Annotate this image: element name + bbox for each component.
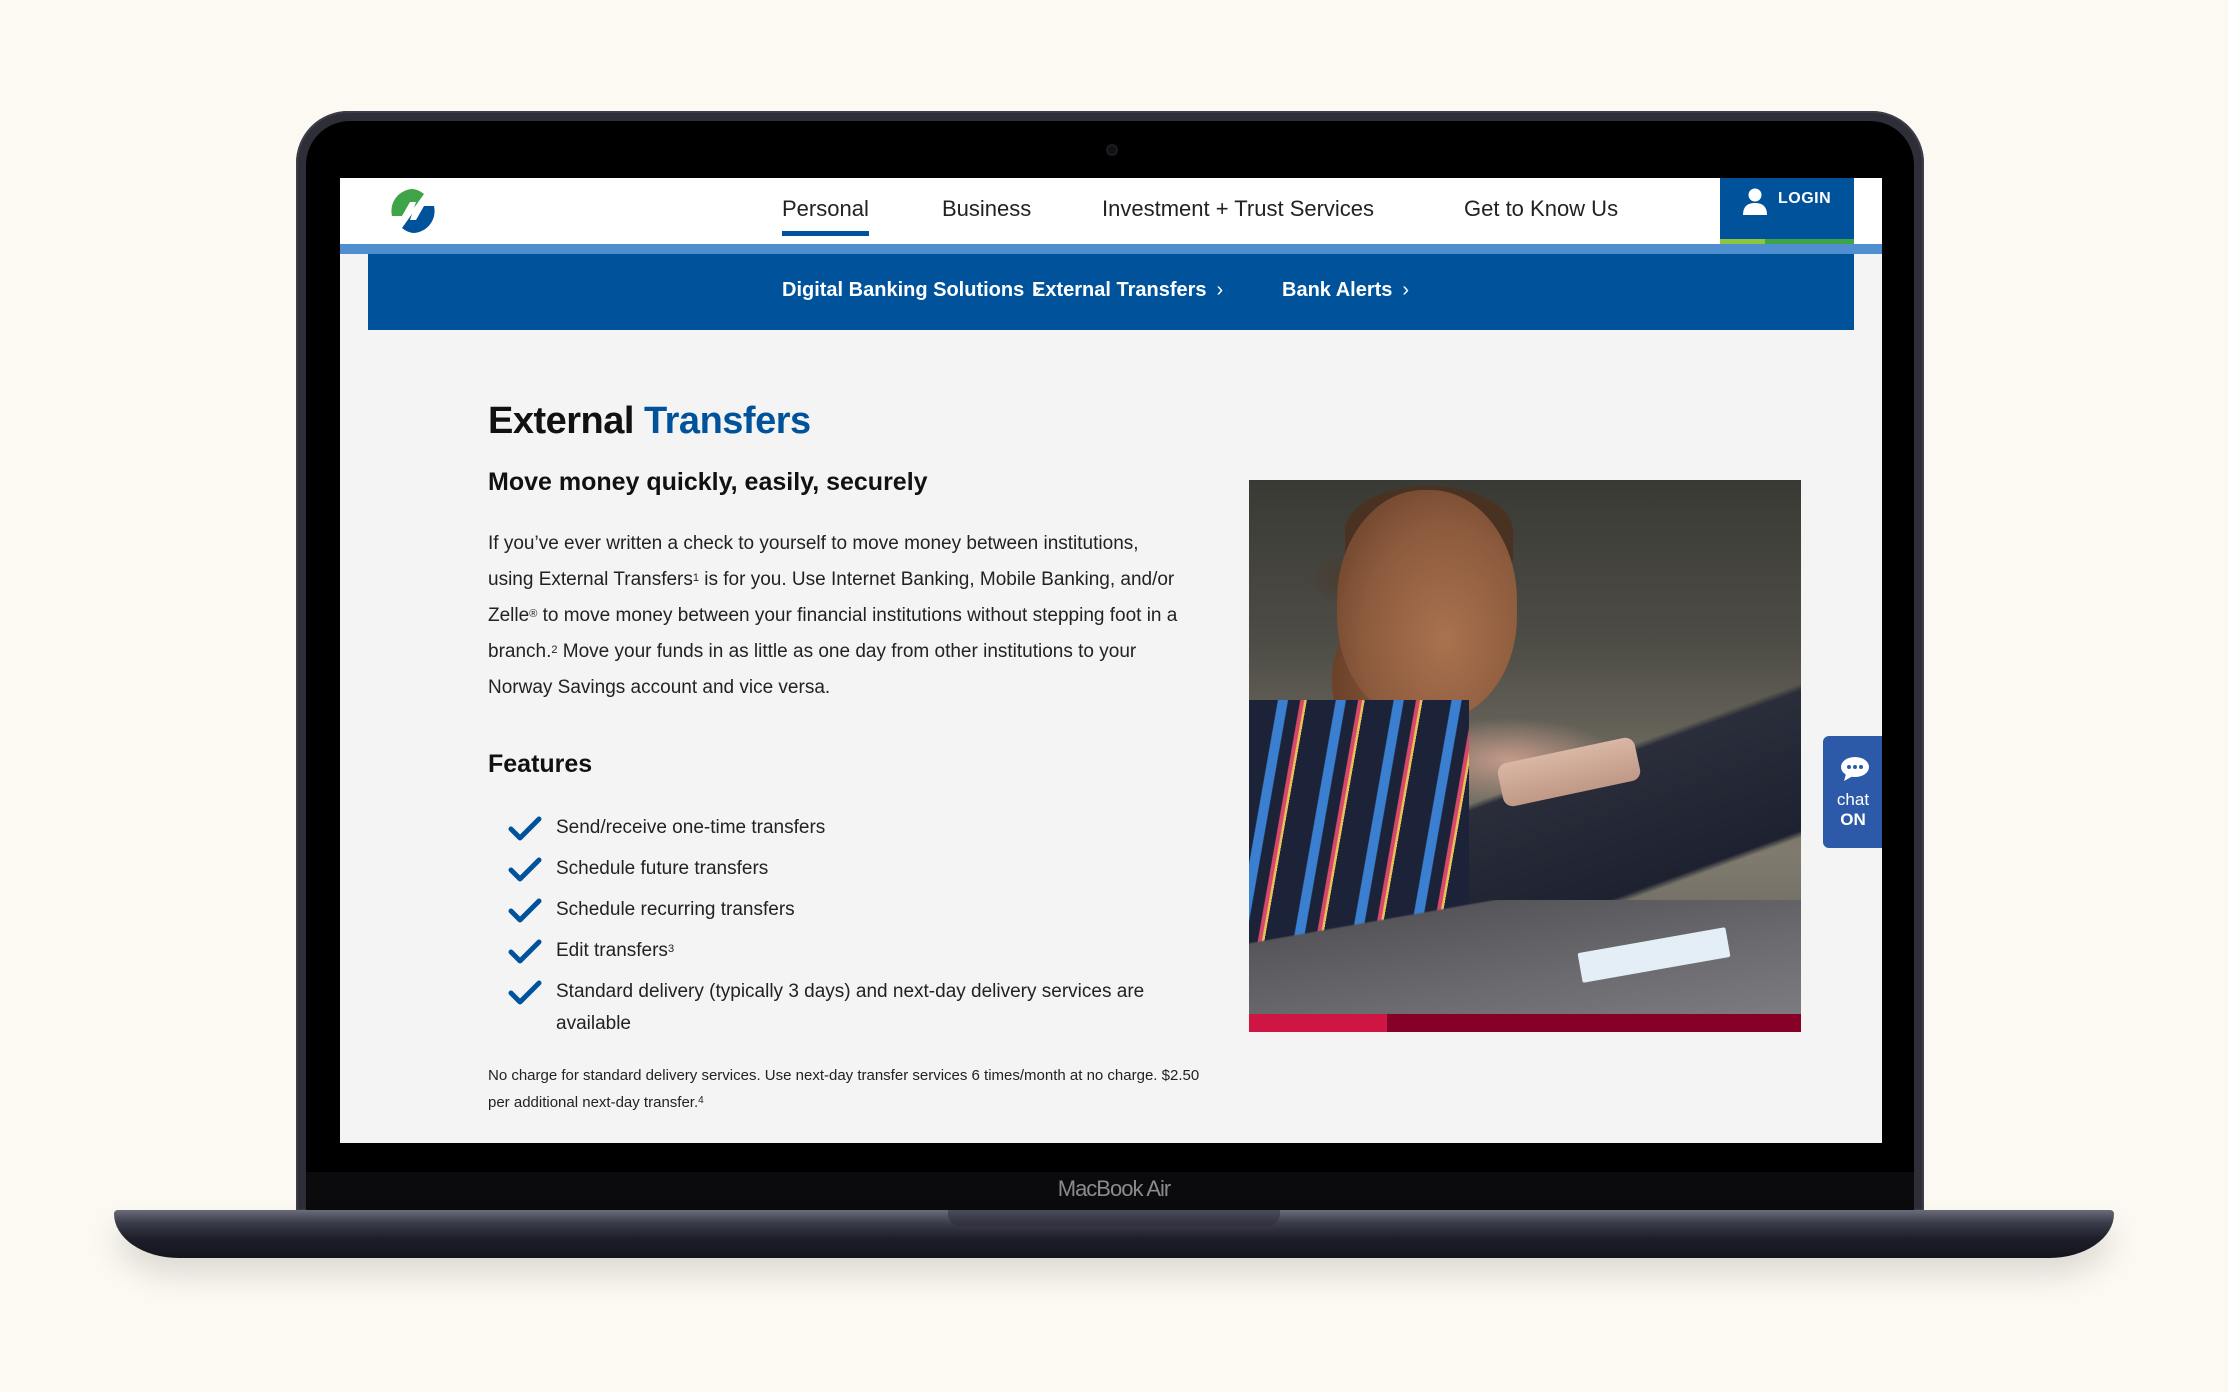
nav-get-to-know-us[interactable]: Get to Know Us	[1464, 196, 1618, 222]
page-title: External Transfers	[488, 400, 811, 443]
nav-investment-trust[interactable]: Investment + Trust Services	[1102, 196, 1374, 222]
header-stripe	[340, 244, 1882, 254]
footnote-text: No charge for standard delivery services…	[488, 1067, 1200, 1111]
subnav-bank-alerts[interactable]: Bank Alerts ›	[1282, 279, 1409, 302]
registered-mark: ®	[529, 608, 538, 620]
intro-text: Move your funds in as little as one day …	[488, 641, 1137, 698]
feature-text: Schedule recurring transfers	[556, 899, 795, 920]
camera-icon	[1106, 144, 1118, 156]
site-header: Personal Business Investment + Trust Ser…	[340, 178, 1882, 244]
photo-accent-bar-darkred	[1387, 1014, 1801, 1032]
feature-text: Standard delivery (typically 3 days) and…	[556, 981, 1145, 1034]
fee-footnote: No charge for standard delivery services…	[488, 1062, 1208, 1116]
nav-business[interactable]: Business	[942, 196, 1031, 222]
login-button[interactable]: LOGIN	[1720, 178, 1854, 244]
page-title-accent: Transfers	[644, 400, 811, 442]
footnote-ref[interactable]: 1	[693, 572, 699, 584]
subnav-label: Bank Alerts	[1282, 279, 1393, 301]
chat-label: chat	[1836, 790, 1870, 809]
feature-item: Edit transfers3	[508, 935, 1168, 967]
sub-nav: Digital Banking Solutions › External Tran…	[368, 254, 1854, 330]
device-label: MacBook Air	[1057, 1176, 1172, 1201]
feature-item: Send/receive one-time transfers	[508, 812, 1168, 844]
photo-detail	[1337, 490, 1517, 720]
nav-personal[interactable]: Personal	[782, 196, 869, 236]
login-label: LOGIN	[1778, 190, 1832, 207]
feature-text: Send/receive one-time transfers	[556, 817, 826, 838]
footnote-ref[interactable]: 2	[551, 644, 557, 656]
footnote-ref[interactable]: 3	[668, 943, 674, 955]
feature-text: Edit transfers	[556, 940, 668, 961]
feature-item: Schedule future transfers	[508, 853, 1168, 885]
chat-widget-button[interactable]: chat ON	[1823, 736, 1882, 848]
features-list: Send/receive one-time transfers Schedule…	[508, 812, 1168, 1049]
subnav-label: External Transfers	[1032, 279, 1207, 301]
checkmark-icon	[508, 898, 542, 923]
feature-text: Schedule future transfers	[556, 858, 769, 879]
photo-detail	[1495, 735, 1643, 809]
user-icon	[1743, 188, 1767, 215]
subnav-digital-banking[interactable]: Digital Banking Solutions ›	[782, 279, 1041, 302]
chat-status: ON	[1840, 810, 1866, 829]
hero-photo	[1249, 480, 1801, 1014]
checkmark-icon	[508, 816, 542, 841]
page-subtitle: Move money quickly, easily, securely	[488, 468, 928, 496]
bank-logo-icon[interactable]	[390, 188, 436, 234]
intro-paragraph: If you’ve ever written a check to yourse…	[488, 526, 1188, 706]
photo-accent-bar-red	[1249, 1014, 1387, 1032]
subnav-external-transfers[interactable]: External Transfers ›	[1032, 279, 1223, 302]
chat-bubble-icon	[1841, 757, 1869, 781]
footnote-ref[interactable]: 4	[698, 1095, 704, 1106]
checkmark-icon	[508, 939, 542, 964]
checkmark-icon	[508, 857, 542, 882]
page-title-part1: External	[488, 400, 634, 442]
chevron-right-icon: ›	[1216, 279, 1224, 301]
chevron-right-icon: ›	[1402, 279, 1410, 301]
feature-item: Schedule recurring transfers	[508, 894, 1168, 926]
browser-screen: Personal Business Investment + Trust Ser…	[340, 178, 1882, 1143]
feature-item: Standard delivery (typically 3 days) and…	[508, 976, 1168, 1040]
features-heading: Features	[488, 750, 593, 778]
subnav-label: Digital Banking Solutions	[782, 279, 1025, 301]
checkmark-icon	[508, 980, 542, 1005]
laptop-hinge-notch	[948, 1210, 1280, 1226]
